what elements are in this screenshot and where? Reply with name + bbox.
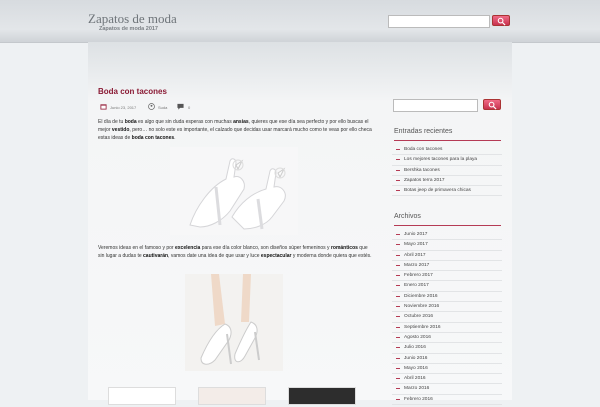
archive-link[interactable]: Junio 2016: [392, 354, 502, 364]
archive-link[interactable]: Junio 2017: [392, 230, 502, 241]
paragraph2-run: cautivarán: [143, 253, 169, 259]
recent-posts-list: Boda con tacones Los mejores tacones para…: [392, 145, 502, 197]
sidebar-search-button[interactable]: [483, 99, 501, 110]
recent-post-link[interactable]: Bershka tacones: [392, 166, 502, 176]
archive-link[interactable]: Julio 2016: [392, 343, 502, 354]
header-search-input[interactable]: [388, 15, 490, 28]
paragraph2-run: espectacular: [260, 253, 292, 259]
paragraph2-run: , vamos date una idea de que usar y luce: [168, 253, 261, 259]
archives-title: Archivos: [394, 213, 421, 220]
paragraph1-run: es algo que sin duda esperas con muchas: [136, 119, 234, 125]
archive-link[interactable]: Diciembre 2016: [392, 292, 502, 303]
post-content: Boda con tacones Junio 23, 2017 Suda 0 E…: [98, 87, 374, 405]
thumbnail-3[interactable]: [288, 387, 356, 405]
search-icon: [497, 17, 506, 26]
archives-list: Junio 2017 Mayo 2017 Abril 2017 Marzo 2017 F…: [392, 230, 502, 406]
bridal-shoe-image-2: [185, 274, 283, 371]
archive-link[interactable]: Abril 2016: [392, 374, 502, 385]
site-title[interactable]: Zapatos de moda: [88, 11, 177, 27]
recent-post-link[interactable]: Zapatos terra 2017: [392, 176, 502, 187]
sidebar-search-input[interactable]: [393, 99, 478, 112]
paragraph1-run: boda: [124, 119, 137, 125]
archive-link[interactable]: Marzo 2016: [392, 384, 502, 395]
archive-link[interactable]: Octubre 2016: [392, 312, 502, 323]
paragraph1-run: ansias: [233, 119, 249, 125]
recent-posts-title: Entradas recientes: [394, 128, 453, 135]
paragraph-2: Veremos ideas en el famoso y por excelen…: [98, 244, 374, 260]
user-icon: [148, 103, 155, 110]
thumbnail-row: [98, 387, 374, 407]
paragraph1-run: vestido: [111, 127, 130, 133]
paragraph2-run: románticos: [330, 245, 358, 251]
paragraph1-run: .: [174, 135, 176, 141]
archive-link[interactable]: Noviembre 2016: [392, 302, 502, 313]
archive-link[interactable]: Febrero 2017: [392, 271, 502, 282]
recent-post-link[interactable]: Boda con tacones: [392, 145, 502, 156]
paragraph-1: El día de tu boda es algo que sin duda e…: [98, 118, 374, 142]
paragraph1-run: El día de tu: [98, 119, 125, 125]
search-icon: [488, 101, 497, 110]
thumbnail-2[interactable]: [198, 387, 266, 405]
bridal-shoe-image-1: [170, 147, 298, 235]
site-description: Zapatos de moda 2017: [99, 26, 158, 32]
header-search-button[interactable]: [492, 15, 510, 26]
archive-link[interactable]: Marzo 2017: [392, 261, 502, 272]
post-author[interactable]: Suda: [158, 105, 167, 110]
post-date: Junio 23, 2017: [110, 105, 137, 110]
post-title[interactable]: Boda con tacones: [98, 87, 374, 96]
thumbnail-1[interactable]: [108, 387, 176, 405]
comment-icon: [177, 103, 184, 110]
recent-post-link[interactable]: Los mejores tacones para la playa: [392, 155, 502, 166]
archive-link[interactable]: Enero 2017: [392, 281, 502, 292]
archive-link[interactable]: Mayo 2017: [392, 240, 502, 251]
archive-link[interactable]: Abril 2017: [392, 251, 502, 261]
paragraph2-run: Veremos ideas en el famoso y por: [98, 245, 175, 251]
archive-link[interactable]: Mayo 2016: [392, 364, 502, 375]
site-header: Zapatos de moda Zapatos de moda 2017: [0, 0, 600, 43]
recent-posts-divider: [394, 140, 501, 141]
post-body-2: Veremos ideas en el famoso y por excelen…: [98, 244, 374, 260]
post-comments[interactable]: 0: [188, 105, 190, 110]
archives-divider: [394, 225, 501, 226]
calendar-icon: [100, 104, 107, 110]
paragraph2-run: y moderna donde quiera que estés.: [291, 253, 372, 259]
paragraph2-run: excelencia: [175, 245, 201, 251]
recent-post-link[interactable]: Botas jeep de primavera chicas: [392, 186, 502, 197]
paragraph1-run: boda con tacones: [131, 135, 175, 141]
post-body: El día de tu boda es algo que sin duda e…: [98, 118, 374, 142]
archive-link[interactable]: Septiembre 2016: [392, 323, 502, 333]
archive-link[interactable]: Agosto 2016: [392, 333, 502, 344]
paragraph2-run: para ese día color blanco, son diseños s…: [200, 245, 331, 251]
